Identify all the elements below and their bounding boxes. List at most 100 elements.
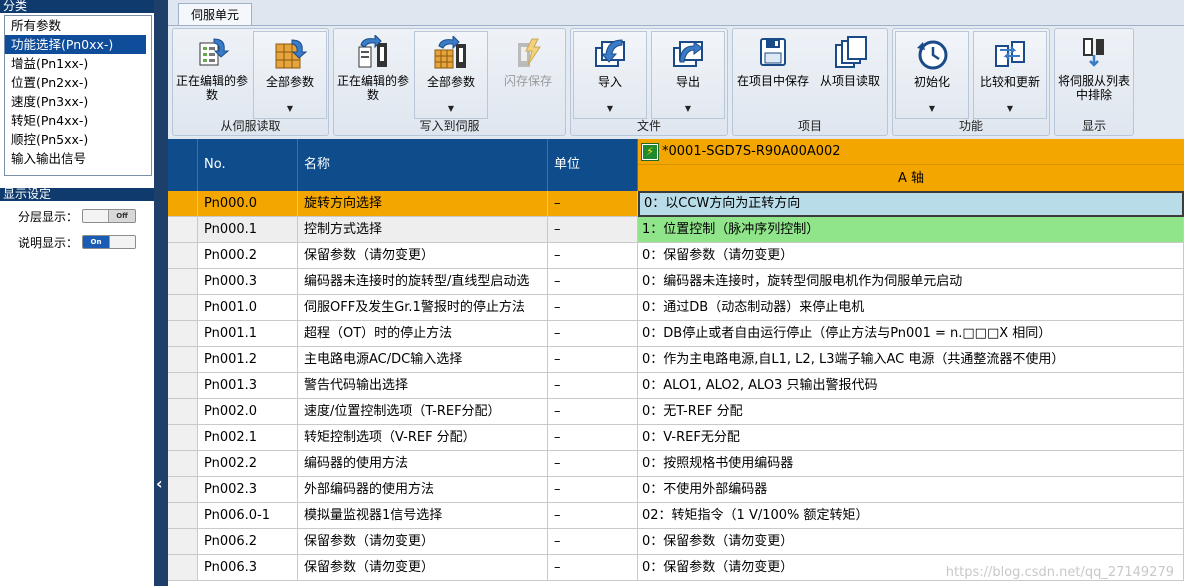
param-value-cell[interactable]: 0：V-REF无分配 — [638, 425, 1184, 451]
param-unit-cell[interactable]: – — [548, 217, 638, 243]
param-value-cell[interactable]: 0：通过DB（动态制动器）来停止电机 — [638, 295, 1184, 321]
row-header-cell[interactable] — [168, 321, 198, 347]
row-header-cell[interactable] — [168, 347, 198, 373]
param-unit-cell[interactable]: – — [548, 477, 638, 503]
param-name-cell[interactable]: 保留参数（请勿变更） — [298, 243, 548, 269]
table-row[interactable]: Pn001.0 伺服OFF及发生Gr.1警报时的停止方法 –0：通过DB（动态制动器… — [168, 295, 1184, 321]
column-header-name[interactable]: 名称 — [298, 139, 548, 191]
row-header-cell[interactable] — [168, 243, 198, 269]
import-button[interactable]: 导入 ▼ — [573, 31, 647, 119]
table-row[interactable]: Pn006.0-1 模拟量监视器1信号选择 –02：转矩指令（1 V/100% 额定… — [168, 503, 1184, 529]
param-unit-cell[interactable]: – — [548, 555, 638, 581]
param-name-cell[interactable]: 保留参数（请勿变更） — [298, 555, 548, 581]
param-value-cell[interactable]: 0：DB停止或者自由运行停止（停止方法与Pn001 = n.□□□X 相同） — [638, 321, 1184, 347]
param-value-cell[interactable]: 0：保留参数（请勿变更） — [638, 529, 1184, 555]
table-row[interactable]: Pn000.3 编码器未连接时的旋转型/直线型启动选 –0：编码器未连接时，旋转型伺… — [168, 269, 1184, 295]
param-unit-cell[interactable]: – — [548, 191, 638, 217]
table-row[interactable]: Pn002.2 编码器的使用方法 –0：按照规格书使用编码器 — [168, 451, 1184, 477]
param-no-cell[interactable]: Pn001.3 — [198, 373, 298, 399]
save-to-project-button[interactable]: 在项目中保存 — [735, 31, 811, 119]
param-value-cell[interactable]: 02：转矩指令（1 V/100% 额定转矩） — [638, 503, 1184, 529]
param-unit-cell[interactable]: – — [548, 347, 638, 373]
param-unit-cell[interactable]: – — [548, 373, 638, 399]
remove-servo-from-list-button[interactable]: 将伺服从列表中排除 — [1057, 31, 1131, 119]
param-unit-cell[interactable]: – — [548, 399, 638, 425]
category-item-sequence[interactable]: 顺控(Pn5xx-) — [5, 130, 151, 149]
chevron-down-icon[interactable]: ▼ — [415, 102, 487, 116]
row-header-cell[interactable] — [168, 399, 198, 425]
category-item-function[interactable]: 功能选择(Pn0xx-) — [5, 35, 146, 54]
param-value-cell[interactable]: 0：以CCW方向为正转方向 — [638, 191, 1184, 217]
param-no-cell[interactable]: Pn002.2 — [198, 451, 298, 477]
column-header-unit[interactable]: 单位 — [548, 139, 638, 191]
write-editing-params-button[interactable]: 正在编辑的参数 — [336, 31, 410, 119]
chevron-down-icon[interactable]: ▼ — [974, 102, 1046, 116]
table-row[interactable]: Pn002.0 速度/位置控制选项（T-REF分配） –0：无T-REF 分配 — [168, 399, 1184, 425]
tab-servo-unit[interactable]: 伺服单元 — [178, 3, 253, 26]
param-unit-cell[interactable]: – — [548, 529, 638, 555]
row-header-cell[interactable] — [168, 295, 198, 321]
param-unit-cell[interactable]: – — [548, 451, 638, 477]
param-no-cell[interactable]: Pn002.0 — [198, 399, 298, 425]
param-unit-cell[interactable]: – — [548, 243, 638, 269]
panel-splitter[interactable]: ‹ — [154, 0, 168, 586]
param-name-cell[interactable]: 编码器未连接时的旋转型/直线型启动选 — [298, 269, 548, 295]
category-item-io[interactable]: 输入输出信号 — [5, 149, 151, 168]
category-item-torque[interactable]: 转矩(Pn4xx-) — [5, 111, 151, 130]
load-from-project-button[interactable]: 从项目读取 — [813, 31, 887, 119]
read-editing-params-button[interactable]: 正在编辑的参数 — [175, 31, 249, 119]
param-value-cell[interactable]: 1：位置控制（脉冲序列控制） — [638, 217, 1184, 243]
table-row[interactable]: Pn000.2 保留参数（请勿变更） –0：保留参数（请勿变更） — [168, 243, 1184, 269]
param-no-cell[interactable]: Pn001.2 — [198, 347, 298, 373]
category-item-gain[interactable]: 增益(Pn1xx-) — [5, 54, 151, 73]
table-row[interactable]: Pn001.2 主电路电源AC/DC输入选择 –0：作为主电路电源,自L1, L2,… — [168, 347, 1184, 373]
param-value-cell[interactable]: 0：作为主电路电源,自L1, L2, L3端子输入AC 电源（共通整流器不使用） — [638, 347, 1184, 373]
param-value-cell[interactable]: 0：编码器未连接时，旋转型伺服电机作为伺服单元启动 — [638, 269, 1184, 295]
param-no-cell[interactable]: Pn002.1 — [198, 425, 298, 451]
param-value-cell[interactable]: 0：无T-REF 分配 — [638, 399, 1184, 425]
row-header-cell[interactable] — [168, 425, 198, 451]
chevron-down-icon[interactable]: ▼ — [574, 102, 646, 116]
param-name-cell[interactable]: 超程（OT）时的停止方法 — [298, 321, 548, 347]
collapse-arrow-icon[interactable]: ‹ — [156, 474, 163, 493]
table-row[interactable]: Pn002.3 外部编码器的使用方法 –0：不使用外部编码器 — [168, 477, 1184, 503]
row-header-cell[interactable] — [168, 191, 198, 217]
param-unit-cell[interactable]: – — [548, 321, 638, 347]
param-value-cell[interactable]: 0：ALO1, ALO2, ALO3 只输出警报代码 — [638, 373, 1184, 399]
flash-save-button[interactable]: 闪存保存 — [492, 31, 564, 119]
param-no-cell[interactable]: Pn000.0 — [198, 191, 298, 217]
table-row[interactable]: Pn000.1 控制方式选择 –1：位置控制（脉冲序列控制） — [168, 217, 1184, 243]
param-no-cell[interactable]: Pn000.2 — [198, 243, 298, 269]
row-header-cell[interactable] — [168, 451, 198, 477]
param-name-cell[interactable]: 速度/位置控制选项（T-REF分配） — [298, 399, 548, 425]
param-no-cell[interactable]: Pn000.1 — [198, 217, 298, 243]
initialize-button[interactable]: 初始化 ▼ — [895, 31, 969, 119]
desc-display-toggle[interactable]: On — [82, 235, 137, 249]
read-all-params-button[interactable]: 全部参数 ▼ — [253, 31, 327, 119]
param-name-cell[interactable]: 旋转方向选择 — [298, 191, 548, 217]
export-button[interactable]: 导出 ▼ — [651, 31, 725, 119]
table-row[interactable]: Pn000.0 旋转方向选择 –0：以CCW方向为正转方向 — [168, 191, 1184, 217]
param-no-cell[interactable]: Pn006.2 — [198, 529, 298, 555]
param-no-cell[interactable]: Pn006.3 — [198, 555, 298, 581]
chevron-down-icon[interactable]: ▼ — [652, 102, 724, 116]
param-name-cell[interactable]: 控制方式选择 — [298, 217, 548, 243]
table-row[interactable]: Pn001.1 超程（OT）时的停止方法 –0：DB停止或者自由运行停止（停止方法与… — [168, 321, 1184, 347]
param-no-cell[interactable]: Pn001.0 — [198, 295, 298, 321]
category-list[interactable]: 所有参数 功能选择(Pn0xx-) 增益(Pn1xx-) 位置(Pn2xx-) … — [4, 15, 152, 176]
category-item-all[interactable]: 所有参数 — [5, 16, 151, 35]
param-name-cell[interactable]: 保留参数（请勿变更） — [298, 529, 548, 555]
row-header-cell[interactable] — [168, 555, 198, 581]
device-header[interactable]: ⚡ *0001-SGD7S-R90A00A002 — [638, 139, 1184, 165]
write-all-params-button[interactable]: 全部参数 ▼ — [414, 31, 488, 119]
row-header-cell[interactable] — [168, 477, 198, 503]
table-row[interactable]: Pn006.2 保留参数（请勿变更） –0：保留参数（请勿变更） — [168, 529, 1184, 555]
param-no-cell[interactable]: Pn000.3 — [198, 269, 298, 295]
chevron-down-icon[interactable]: ▼ — [254, 102, 326, 116]
table-row[interactable]: Pn001.3 警告代码输出选择 –0：ALO1, ALO2, ALO3 只输出警报… — [168, 373, 1184, 399]
param-unit-cell[interactable]: – — [548, 503, 638, 529]
row-header-cell[interactable] — [168, 373, 198, 399]
category-item-position[interactable]: 位置(Pn2xx-) — [5, 73, 151, 92]
layer-display-toggle[interactable]: Off — [82, 209, 137, 223]
param-unit-cell[interactable]: – — [548, 269, 638, 295]
